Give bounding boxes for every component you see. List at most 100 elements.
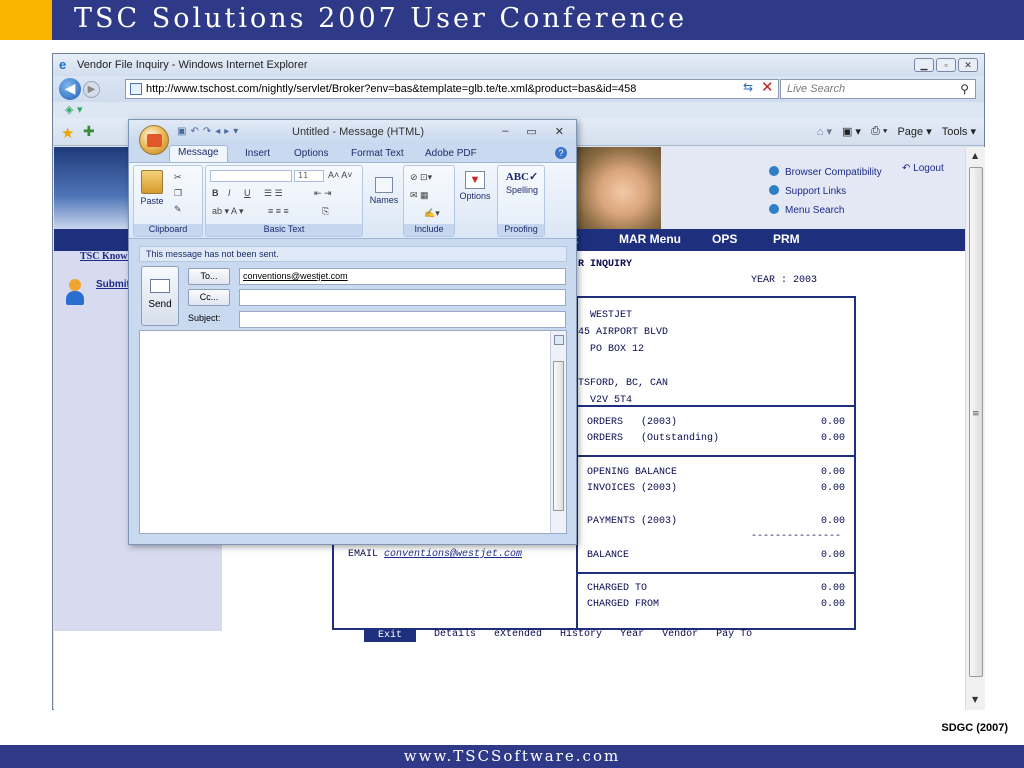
support-links-link[interactable]: Support Links — [769, 182, 882, 201]
cc-button[interactable]: Cc... — [188, 289, 230, 306]
maximize-button[interactable]: ▫ — [936, 58, 956, 72]
maximize-button[interactable]: ▭ — [526, 125, 536, 138]
nav-item-prm[interactable]: PRM — [773, 232, 800, 246]
minimize-button[interactable]: ▁ — [914, 58, 934, 72]
exit-key[interactable]: Exit — [364, 629, 417, 642]
office-button[interactable] — [139, 125, 169, 155]
pay-to-key[interactable]: Pay To — [716, 629, 752, 642]
spelling-button[interactable]: ABC✓ Spelling — [502, 170, 542, 195]
scroll-down-icon[interactable]: ▼ — [972, 695, 978, 704]
vendor-key[interactable]: Vendor — [662, 629, 698, 642]
help-icon[interactable]: ? — [555, 147, 567, 159]
bullets-icon[interactable]: ☰ ☰ — [264, 188, 283, 199]
tab-insert[interactable]: Insert — [245, 148, 270, 159]
search-input[interactable]: Live Search ⚲ — [780, 79, 976, 99]
toolbar-menu-icon[interactable]: ◈ ▾ — [65, 103, 82, 116]
cc-field[interactable] — [239, 289, 566, 306]
close-button[interactable]: ✕ — [555, 125, 564, 138]
to-field[interactable]: conventions@westjet.com — [239, 268, 566, 285]
favorites-star-icon[interactable]: ★ — [61, 124, 74, 142]
message-body[interactable] — [139, 330, 567, 534]
stop-icon[interactable]: ✕ — [761, 78, 774, 96]
scroll-up-icon[interactable]: ▲ — [972, 151, 978, 160]
names-button[interactable]: Names — [369, 177, 399, 205]
tab-adobe-pdf[interactable]: Adobe PDF — [425, 148, 477, 159]
close-button[interactable]: ✕ — [958, 58, 978, 72]
styles-icon[interactable]: ⎘ — [322, 206, 329, 217]
refresh-icon[interactable]: ⇆ — [743, 80, 753, 94]
browser-compatibility-link[interactable]: Browser Compatibility — [769, 163, 882, 182]
signature-icon[interactable]: ✍▾ — [424, 208, 440, 219]
forward-arrow-icon[interactable]: ▶ — [83, 81, 100, 98]
back-arrow-icon[interactable]: ◀ — [59, 78, 81, 100]
copy-icon[interactable]: ❐ — [174, 188, 182, 199]
nav-item-mar-menu[interactable]: MAR Menu — [619, 232, 681, 246]
nav-item-ops[interactable]: OPS — [712, 232, 737, 246]
bold-icon[interactable]: B — [212, 188, 219, 198]
tools-menu[interactable]: Tools ▾ — [942, 125, 976, 138]
subject-field[interactable] — [239, 311, 566, 328]
quick-access-toolbar[interactable]: ▣↶↷◂▸▾ — [177, 126, 242, 137]
year-line: YEAR : 2003 — [751, 275, 818, 286]
add-favorites-icon[interactable]: ✚ — [83, 124, 95, 140]
message-title-bar: ▣↶↷◂▸▾ Untitled - Message (HTML) – ▭ ✕ — [129, 120, 576, 144]
address-bar[interactable]: http://www.tschost.com/nightly/servlet/B… — [125, 79, 779, 99]
font-size-field[interactable]: 11 — [294, 170, 324, 182]
minimize-button[interactable]: – — [502, 125, 508, 138]
underline-icon[interactable]: U — [244, 188, 251, 198]
highlight-icon[interactable]: ab ▾ A ▾ — [212, 206, 244, 217]
include-label: Include — [404, 224, 454, 236]
cut-icon[interactable]: ✂ — [174, 172, 182, 183]
attach-item-icon[interactable]: ✉ ▦ — [410, 190, 429, 201]
slide-header: TSC Solutions 2007 User Conference — [0, 0, 1024, 40]
ie-title-bar: e Vendor File Inquiry - Windows Internet… — [53, 54, 984, 76]
page-scrollbar[interactable]: ▲ ≡ ▼ — [965, 147, 985, 710]
divider — [576, 572, 856, 574]
inquiry-title: R INQUIRY — [578, 259, 633, 270]
ruler-icon[interactable] — [554, 335, 564, 345]
header-accent — [0, 0, 52, 40]
font-name-field[interactable] — [210, 170, 292, 182]
feeds-icon[interactable]: ▣ ▾ — [842, 125, 861, 138]
print-icon[interactable]: ⎙ ▾ — [871, 125, 887, 138]
history-key[interactable]: History — [560, 629, 602, 642]
format-painter-icon[interactable]: ✎ — [174, 204, 182, 215]
header-links: Browser Compatibility Support Links Menu… — [769, 163, 882, 220]
home-icon[interactable]: ⌂ ▾ — [817, 125, 832, 138]
proofing-label: Proofing — [498, 224, 544, 236]
globe-icon — [769, 166, 779, 176]
basic-text-group: 11 A˄ A˅ B I U ☰ ☰ ⇤ ⇥ ab ▾ A ▾ ≡ ≡ ≡ ⎘ … — [205, 165, 363, 237]
body-scrollbar[interactable] — [550, 331, 566, 533]
tab-options[interactable]: Options — [294, 148, 328, 159]
send-envelope-icon — [150, 279, 170, 293]
search-icon[interactable]: ⚲ — [960, 82, 969, 96]
extended-key[interactable]: eXtended — [494, 629, 542, 642]
grow-font-icon[interactable]: A˄ A˅ — [328, 170, 353, 180]
body-scroll-thumb[interactable] — [553, 361, 564, 511]
ie-logo-icon: e — [59, 57, 67, 72]
message-window: ▣↶↷◂▸▾ Untitled - Message (HTML) – ▭ ✕ M… — [128, 119, 577, 545]
indent-icon[interactable]: ⇤ ⇥ — [314, 188, 332, 199]
scroll-thumb[interactable] — [969, 167, 983, 677]
paste-button[interactable]: Paste — [138, 170, 166, 206]
details-key[interactable]: Details — [434, 629, 476, 642]
to-button[interactable]: To... — [188, 268, 230, 285]
attach-file-icon[interactable]: ⊘ ⊡▾ — [410, 172, 432, 183]
year-key[interactable]: Year — [620, 629, 644, 642]
email-link[interactable]: conventions@westjet.com — [384, 549, 522, 560]
proofing-group: ABC✓ Spelling Proofing — [497, 165, 545, 237]
menu-search-link[interactable]: Menu Search — [769, 201, 882, 220]
tsc-knowledge-link[interactable]: TSC Knowl — [80, 251, 130, 262]
user-icon — [64, 279, 86, 307]
divider — [576, 455, 856, 457]
tab-message[interactable]: Message — [169, 145, 228, 162]
tab-format-text[interactable]: Format Text — [351, 148, 404, 159]
logout-link[interactable]: ↶ Logout — [902, 163, 944, 174]
align-icon[interactable]: ≡ ≡ ≡ — [268, 206, 289, 216]
page-icon — [130, 83, 142, 95]
page-menu[interactable]: Page ▾ — [897, 125, 931, 138]
italic-icon[interactable]: I — [228, 188, 231, 198]
submit-link[interactable]: Submit — [96, 279, 130, 290]
options-button[interactable]: ▼ Options — [457, 171, 493, 201]
send-button[interactable]: Send — [141, 266, 179, 326]
